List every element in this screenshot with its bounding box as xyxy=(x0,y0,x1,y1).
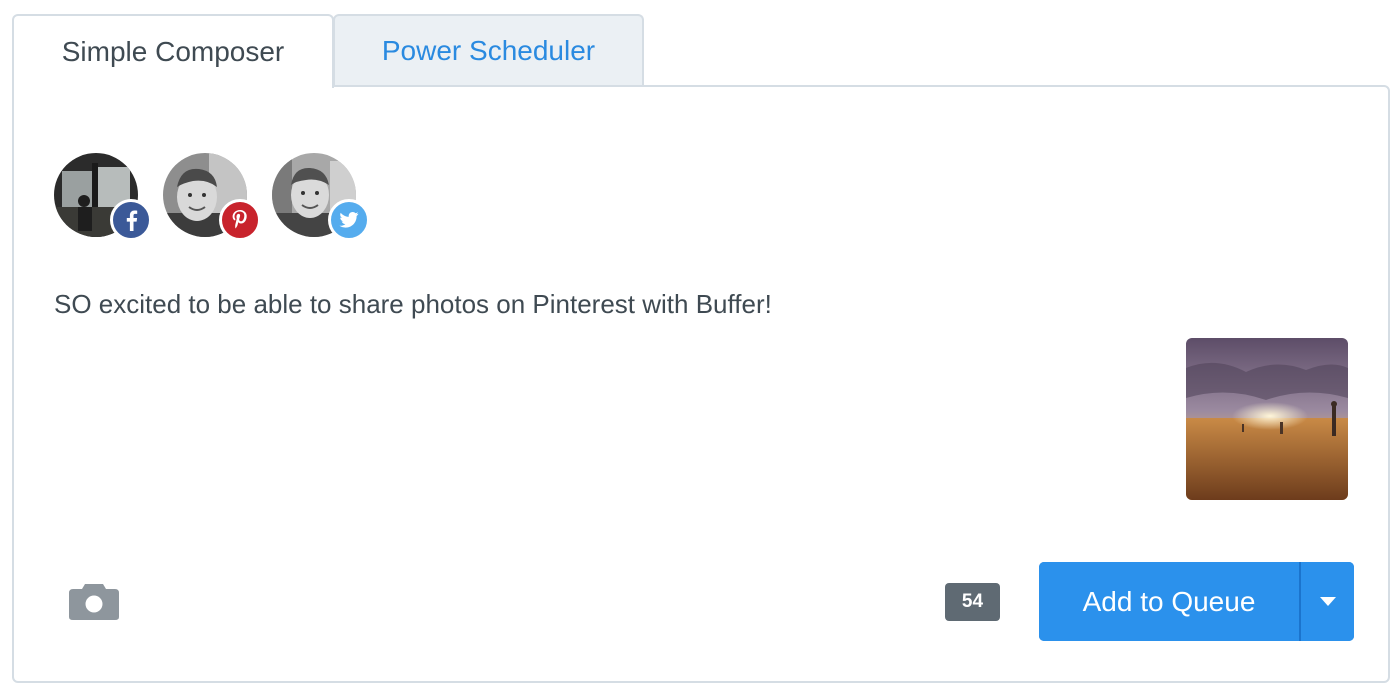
profile-avatar-pinterest[interactable] xyxy=(163,153,261,241)
queue-options-dropdown[interactable] xyxy=(1301,562,1354,641)
character-counter: 54 xyxy=(945,583,1000,621)
profile-avatar-twitter[interactable] xyxy=(272,153,370,241)
profile-avatar-facebook[interactable] xyxy=(54,153,152,241)
tab-simple-composer-label: Simple Composer xyxy=(61,36,285,67)
composer-app: Simple Composer Power Scheduler SO excit… xyxy=(0,0,1400,694)
add-to-queue-group: Add to Queue xyxy=(1039,562,1354,641)
facebook-icon xyxy=(110,199,152,241)
add-to-queue-button[interactable]: Add to Queue xyxy=(1039,562,1301,641)
pinterest-icon xyxy=(219,199,261,241)
tab-simple-composer[interactable]: Simple Composer xyxy=(12,14,334,88)
camera-icon[interactable] xyxy=(68,581,120,621)
composer-text[interactable]: SO excited to be able to share photos on… xyxy=(54,289,772,320)
tab-power-scheduler-label: Power Scheduler xyxy=(381,35,596,66)
attached-photo-thumbnail[interactable] xyxy=(1186,338,1348,500)
add-to-queue-label: Add to Queue xyxy=(1082,585,1256,617)
tab-power-scheduler[interactable]: Power Scheduler xyxy=(333,14,644,86)
twitter-icon xyxy=(328,199,370,241)
composer-panel: SO excited to be able to share photos on… xyxy=(12,85,1390,683)
caret-down-icon xyxy=(1319,596,1336,606)
